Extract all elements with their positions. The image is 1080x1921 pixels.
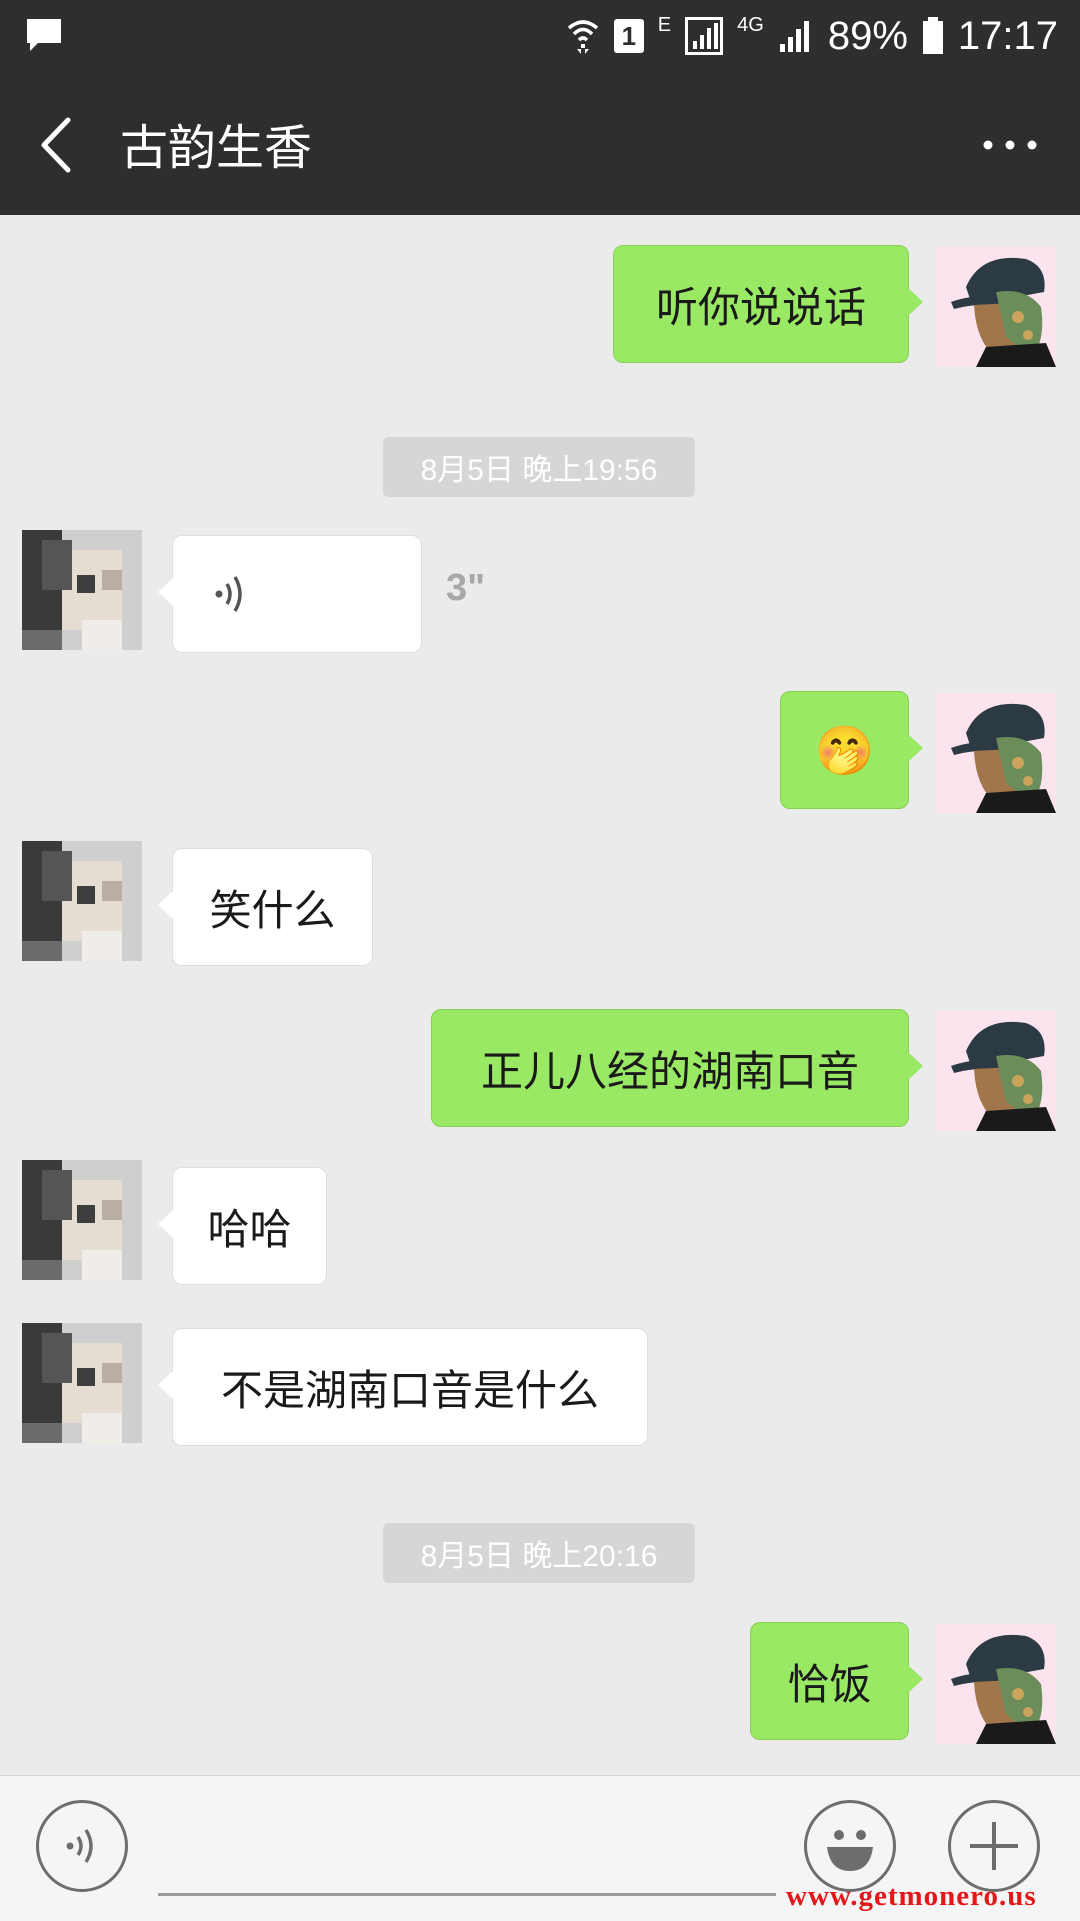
- voice-message-bubble[interactable]: [158, 535, 422, 653]
- avatar-peer[interactable]: [22, 1323, 142, 1443]
- message-list[interactable]: 听你说说话 8月5日 晚上19:56 3" 🤭 笑什么 正儿八经的湖南口音 哈哈…: [0, 215, 1080, 1775]
- peer-avatar-image: [22, 1160, 142, 1280]
- watermark: www.getmonero.us: [786, 1880, 1037, 1912]
- message-bubble-self[interactable]: 正儿八经的湖南口音: [431, 1009, 923, 1127]
- more-functions-button[interactable]: [948, 1800, 1040, 1892]
- avatar-peer[interactable]: [22, 841, 142, 961]
- emoji-button[interactable]: [804, 1800, 896, 1892]
- avatar-self[interactable]: [936, 693, 1056, 813]
- voice-input-icon: [66, 1829, 93, 1863]
- sim-slot-badge: 1: [613, 19, 644, 53]
- message-input-field[interactable]: [158, 1893, 776, 1896]
- back-arrow-icon[interactable]: [28, 110, 88, 180]
- avatar-peer[interactable]: [22, 1160, 142, 1280]
- avatar-self[interactable]: [936, 1011, 1056, 1131]
- status-bar: 1 E 4G 89% 17:17: [0, 0, 1080, 72]
- self-avatar-image: [936, 247, 1056, 367]
- network-4g-label: 4G: [737, 14, 764, 36]
- message-bubble-self[interactable]: 恰饭: [750, 1622, 923, 1740]
- self-avatar-image: [936, 1011, 1056, 1131]
- message-bubble-self[interactable]: 听你说说话: [613, 245, 923, 363]
- self-avatar-image: [936, 1624, 1056, 1744]
- more-options-icon[interactable]: [980, 130, 1040, 160]
- signal-strength-icon: [685, 17, 724, 55]
- timestamp: 8月5日 晚上19:56: [383, 437, 695, 497]
- chat-header: 古韵生香: [0, 72, 1080, 215]
- voice-input-button[interactable]: [36, 1800, 128, 1892]
- avatar-self[interactable]: [936, 247, 1056, 367]
- emoji-message-bubble[interactable]: 🤭: [780, 691, 923, 809]
- cellular-signal-icon: [779, 21, 809, 52]
- avatar-peer[interactable]: [22, 530, 142, 650]
- message-bubble-peer[interactable]: 不是湖南口音是什么: [158, 1328, 648, 1446]
- message-bubble-peer[interactable]: 哈哈: [158, 1167, 327, 1285]
- avatar-self[interactable]: [936, 1624, 1056, 1744]
- peer-avatar-image: [22, 530, 142, 650]
- battery-percent: 89%: [827, 13, 908, 58]
- plus-icon: [970, 1822, 1018, 1870]
- timestamp: 8月5日 晚上20:16: [383, 1523, 695, 1583]
- voice-duration: 3": [446, 567, 486, 609]
- message-bubble-peer[interactable]: 笑什么: [158, 848, 373, 966]
- smiley-icon: [827, 1830, 873, 1871]
- peer-avatar-image: [22, 841, 142, 961]
- self-avatar-image: [936, 693, 1056, 813]
- voice-wave-icon: [215, 576, 242, 612]
- chat-title: 古韵生香: [120, 120, 313, 176]
- peer-avatar-image: [22, 1323, 142, 1443]
- network-e-label: E: [657, 14, 672, 36]
- battery-icon: [922, 17, 943, 54]
- wifi-icon: [567, 20, 598, 54]
- clock: 17:17: [957, 13, 1058, 58]
- message-notification-icon: [27, 19, 61, 51]
